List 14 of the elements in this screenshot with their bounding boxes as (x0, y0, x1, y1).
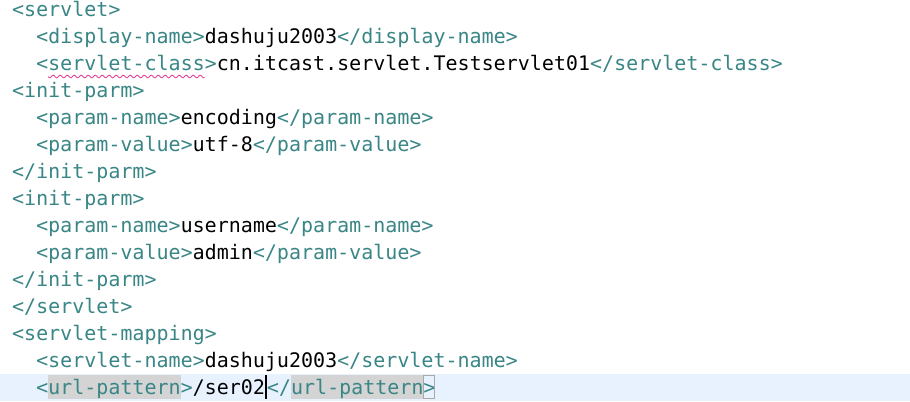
code-line: <servlet-mapping> (11, 320, 218, 347)
code-line: <init-parm> (11, 185, 146, 212)
code-line: <servlet-name>dashuju2003</servlet-name> (35, 347, 519, 374)
code-line: </servlet> (11, 293, 134, 320)
code-line: <init-parm> (11, 77, 146, 104)
code-line: <servlet-class>cn.itcast.servlet.Testservlet01</servlet-class> (35, 50, 784, 77)
code-line: <param-name>username</param-name> (35, 212, 434, 239)
code-line: <param-name>encoding</param-name> (35, 104, 434, 131)
code-line: </init-parm> (11, 266, 158, 293)
code-line: <param-value>admin</param-value> (35, 239, 422, 266)
code-line: </init-parm> (11, 158, 158, 185)
code-line: <param-value>utf-8</param-value> (35, 131, 422, 158)
code-line: <display-name>dashuju2003</display-name> (35, 23, 519, 50)
code-line: <servlet> (11, 0, 122, 23)
